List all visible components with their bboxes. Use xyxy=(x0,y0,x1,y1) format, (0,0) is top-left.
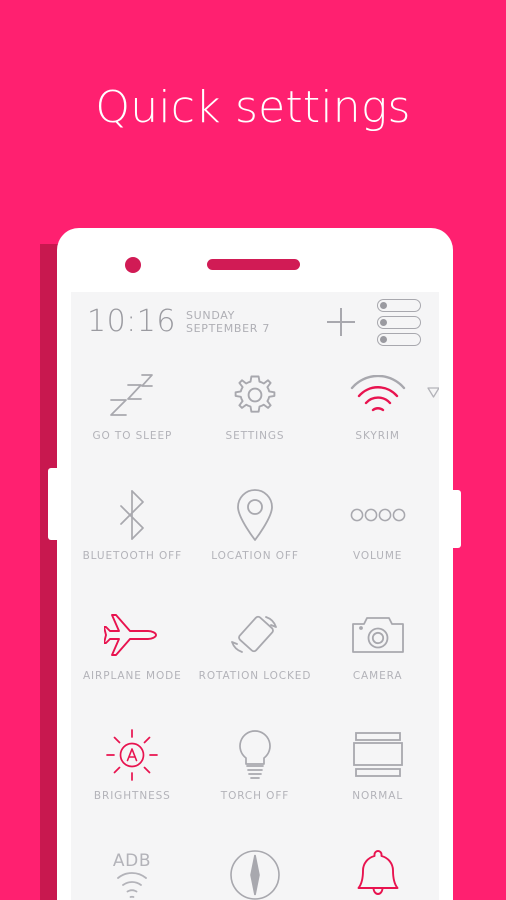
tile-label: CAMERA xyxy=(352,670,403,682)
ringer-normal-icon xyxy=(343,726,413,784)
tile-volume[interactable]: VOLUME xyxy=(316,472,439,592)
toggle-row[interactable] xyxy=(377,332,421,346)
front-camera-icon xyxy=(125,257,141,273)
plus-icon[interactable] xyxy=(327,308,355,336)
toggle-knob xyxy=(380,335,387,343)
svg-text:ADB: ADB xyxy=(113,851,151,871)
date-block: SUNDAY SEPTEMBER 7 xyxy=(186,308,270,336)
bluetooth-icon xyxy=(97,486,167,544)
tile-label: NORMAL xyxy=(352,790,404,802)
tile-label: BLUETOOTH OFF xyxy=(82,550,183,562)
tile-ringer-mode[interactable]: NORMAL xyxy=(316,712,439,832)
adb-wifi-icon: ADB xyxy=(97,846,167,900)
tile-label: LOCATION OFF xyxy=(211,550,299,562)
tile-torch[interactable]: TORCH OFF xyxy=(194,712,317,832)
quick-settings-header: 10:16 SUNDAY SEPTEMBER 7 xyxy=(71,292,439,352)
airplane-icon xyxy=(97,606,167,664)
tile-label: BRIGHTNESS xyxy=(93,790,171,802)
tile-label: ROTATION LOCKED xyxy=(198,670,312,682)
toggle-knob xyxy=(380,301,387,309)
compass-icon xyxy=(220,846,290,900)
toggle-rows-icon[interactable] xyxy=(377,298,421,346)
tile-adb[interactable]: ADB xyxy=(71,832,194,900)
tile-airplane-mode[interactable]: AIRPLANE MODE xyxy=(71,592,194,712)
tile-notifications[interactable] xyxy=(316,832,439,900)
toggle-row[interactable] xyxy=(377,315,421,329)
quick-settings-tile-grid: GO TO SLEEP SETTINGS SKYRIM BLUETOOTH OF… xyxy=(71,352,439,900)
tile-camera[interactable]: CAMERA xyxy=(316,592,439,712)
sleep-zzz-icon xyxy=(97,366,167,424)
camera-icon xyxy=(343,606,413,664)
tile-brightness[interactable]: BRIGHTNESS xyxy=(71,712,194,832)
toggle-knob xyxy=(380,318,387,326)
lightbulb-icon xyxy=(220,726,290,784)
clock: 10:16 xyxy=(87,304,176,339)
tile-label: GO TO SLEEP xyxy=(92,430,173,442)
tile-go-to-sleep[interactable]: GO TO SLEEP xyxy=(71,352,194,472)
tile-settings[interactable]: SETTINGS xyxy=(194,352,317,472)
auto-brightness-icon xyxy=(97,726,167,784)
bell-icon xyxy=(343,846,413,900)
earpiece-speaker-icon xyxy=(207,259,300,270)
tile-rotation[interactable]: ROTATION LOCKED xyxy=(194,592,317,712)
tile-label: TORCH OFF xyxy=(220,790,290,802)
phone-screen: 10:16 SUNDAY SEPTEMBER 7 GO TO SLEEP SET… xyxy=(71,292,439,900)
calendar-date: SEPTEMBER 7 xyxy=(185,322,271,335)
tile-label: AIRPLANE MODE xyxy=(82,670,182,682)
wifi-icon xyxy=(343,366,413,424)
tile-location[interactable]: LOCATION OFF xyxy=(194,472,317,592)
volume-dots-icon xyxy=(343,486,413,544)
tile-compass[interactable] xyxy=(194,832,317,900)
tile-label: SETTINGS xyxy=(225,430,285,442)
rotation-lock-icon xyxy=(220,606,290,664)
chevron-down-icon[interactable] xyxy=(421,378,439,398)
tile-label: VOLUME xyxy=(352,550,403,562)
page-title: Quick settings xyxy=(95,82,411,133)
tile-label: SKYRIM xyxy=(355,430,400,442)
location-pin-icon xyxy=(220,486,290,544)
tile-skyrim-wifi[interactable]: SKYRIM xyxy=(316,352,439,472)
toggle-row[interactable] xyxy=(377,298,421,312)
gear-icon xyxy=(220,366,290,424)
tile-bluetooth[interactable]: BLUETOOTH OFF xyxy=(71,472,194,592)
